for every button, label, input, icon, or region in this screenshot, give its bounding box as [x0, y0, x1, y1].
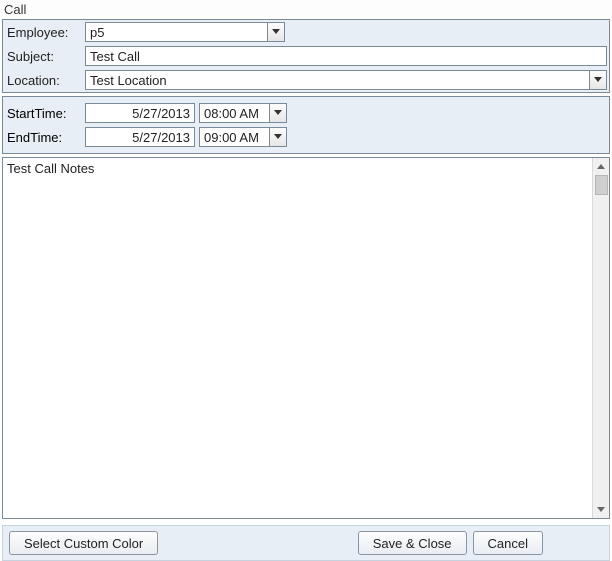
start-time-input[interactable] [199, 103, 269, 123]
button-bar: Select Custom Color Save & Close Cancel [2, 525, 610, 561]
notes-textarea[interactable] [3, 158, 592, 518]
chevron-down-icon [594, 77, 602, 83]
select-custom-color-button[interactable]: Select Custom Color [9, 531, 158, 555]
chevron-down-icon [597, 507, 605, 513]
end-time-dropdown-button[interactable] [269, 127, 287, 147]
save-close-button[interactable]: Save & Close [358, 531, 467, 555]
end-time-label: EndTime: [5, 130, 85, 145]
chevron-up-icon [597, 164, 605, 170]
employee-input[interactable] [85, 22, 267, 42]
chevron-down-icon [274, 134, 282, 140]
notes-area [2, 157, 610, 519]
end-time-input[interactable] [199, 127, 269, 147]
employee-dropdown-button[interactable] [267, 22, 285, 42]
location-label: Location: [5, 73, 85, 88]
location-input[interactable] [85, 70, 589, 90]
cancel-button[interactable]: Cancel [473, 531, 543, 555]
window-title: Call [0, 0, 612, 19]
notes-scrollbar[interactable] [592, 158, 609, 518]
header-fields-panel: Employee: Subject: Location: [2, 19, 610, 93]
time-fields-panel: StartTime: EndTime: [2, 96, 610, 154]
end-date-input[interactable] [85, 127, 195, 147]
subject-input[interactable] [85, 46, 607, 66]
employee-label: Employee: [5, 25, 85, 40]
chevron-down-icon [272, 29, 280, 35]
location-dropdown-button[interactable] [589, 70, 607, 90]
scroll-up-arrow[interactable] [593, 158, 609, 175]
start-time-dropdown-button[interactable] [269, 103, 287, 123]
chevron-down-icon [274, 110, 282, 116]
scroll-down-arrow[interactable] [593, 501, 609, 518]
start-time-label: StartTime: [5, 106, 85, 121]
start-date-input[interactable] [85, 103, 195, 123]
subject-label: Subject: [5, 49, 85, 64]
scroll-thumb[interactable] [595, 175, 608, 195]
